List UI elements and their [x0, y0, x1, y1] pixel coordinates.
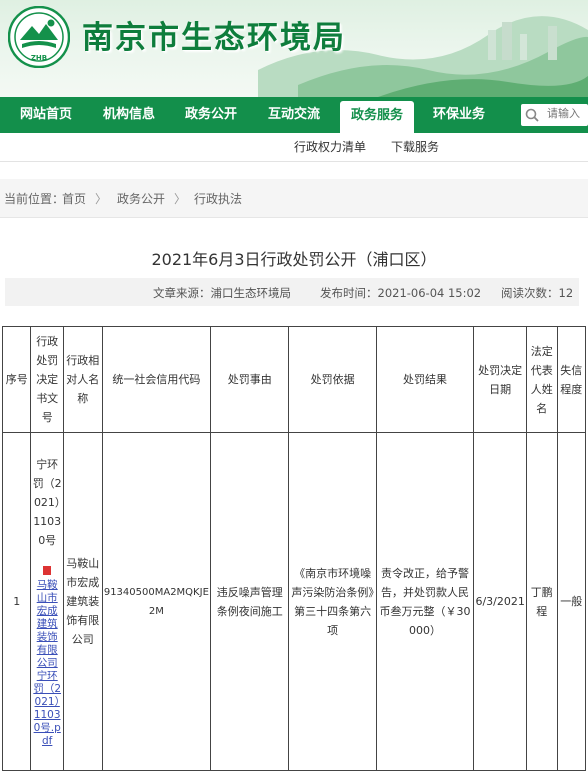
nav-env-business[interactable]: 环保业务	[422, 97, 496, 133]
cell-result: 责令改正，给予警告，并处罚款人民币叁万元整（￥30000）	[375, 432, 475, 771]
header-doc-no: 行政处罚决定书文号	[30, 326, 64, 433]
breadcrumb-home[interactable]: 首页	[62, 190, 86, 207]
search-box[interactable]	[521, 104, 588, 126]
nav-gov-services[interactable]: 政务服务	[340, 101, 414, 133]
article-publish-time: 发布时间：2021-06-04 15:02	[320, 286, 482, 300]
main-nav: 网站首页 机构信息 政务公开 互动交流 政务服务 环保业务	[0, 97, 588, 133]
cell-date: 6/3/2021	[473, 432, 528, 771]
cell-reason: 违反噪声管理条例夜间施工	[210, 432, 290, 771]
chevron-right-icon: 〉	[95, 192, 108, 206]
header-result: 处罚结果	[375, 326, 475, 433]
header-date: 处罚决定日期	[473, 326, 528, 433]
table-row: 1 宁环罚（2021）11030号 马鞍山市宏成建筑装饰有限公司 宁环罚（202…	[1, 432, 587, 771]
header-legal-rep: 法定代表人姓名	[526, 326, 558, 433]
header-credit-level: 失信程度	[556, 326, 587, 433]
sub-nav: 行政权力清单 下载服务	[0, 133, 588, 162]
header-credit-code: 统一社会信用代码	[101, 326, 212, 433]
nav-home[interactable]: 网站首页	[10, 97, 82, 133]
header-party: 行政相对人名称	[62, 326, 103, 433]
subnav-power-list[interactable]: 行政权力清单	[294, 133, 366, 161]
doc-no-text: 宁环罚（2021）11030号	[32, 458, 62, 547]
cell-credit-level: 一般	[556, 432, 587, 771]
nav-organization[interactable]: 机构信息	[92, 97, 166, 133]
article-source: 文章来源：浦口生态环境局	[153, 286, 291, 300]
cell-legal-rep: 丁鹏程	[526, 432, 558, 771]
breadcrumb-gov-public[interactable]: 政务公开	[117, 190, 165, 207]
svg-text:ZHB: ZHB	[31, 54, 47, 62]
header-reason: 处罚事由	[210, 326, 290, 433]
breadcrumb-label: 当前位置：	[4, 192, 65, 206]
chevron-right-icon: 〉	[174, 192, 187, 206]
cell-party: 马鞍山市宏成建筑装饰有限公司	[62, 432, 103, 771]
nav-interaction[interactable]: 互动交流	[256, 97, 332, 133]
header-basis: 处罚依据	[288, 326, 377, 433]
article-title: 2021年6月3日行政处罚公开（浦口区）	[151, 250, 437, 269]
article-views: 阅读次数：12	[501, 286, 574, 300]
breadcrumb-enforcement[interactable]: 行政执法	[194, 190, 242, 207]
search-input[interactable]	[547, 106, 587, 122]
cell-doc-no: 宁环罚（2021）11030号 马鞍山市宏成建筑装饰有限公司 宁环罚（2021）…	[30, 432, 64, 771]
header-index: 序号	[1, 326, 32, 433]
penalty-table: 序号 行政处罚决定书文号 行政相对人名称 统一社会信用代码 处罚事由 处罚依据 …	[1, 326, 587, 771]
nav-gov-affairs-public[interactable]: 政务公开	[174, 97, 248, 133]
search-icon[interactable]	[525, 108, 539, 122]
header-banner: ZHB 南京市生态环境局	[0, 0, 588, 97]
subnav-downloads[interactable]: 下载服务	[391, 133, 439, 161]
breadcrumb: 当前位置： 首页 〉 政务公开 〉 行政执法	[0, 179, 588, 218]
cell-index: 1	[1, 432, 32, 771]
cell-credit-code: 91340500MA2MQKJE2M	[101, 432, 212, 771]
pdf-icon	[42, 565, 51, 575]
site-title: 南京市生态环境局	[82, 20, 346, 56]
cell-basis: 《南京市环境噪声污染防治条例》第三十四条第六项	[288, 432, 377, 771]
table-header-row: 序号 行政处罚决定书文号 行政相对人名称 统一社会信用代码 处罚事由 处罚依据 …	[1, 326, 587, 433]
zhb-logo: ZHB	[8, 6, 70, 68]
attachment-link[interactable]: 马鞍山市宏成建筑装饰有限公司 宁环罚（2021）11030号.pdf	[32, 579, 62, 748]
article-meta: 文章来源：浦口生态环境局 发布时间：2021-06-04 15:02 阅读次数：…	[5, 278, 579, 306]
